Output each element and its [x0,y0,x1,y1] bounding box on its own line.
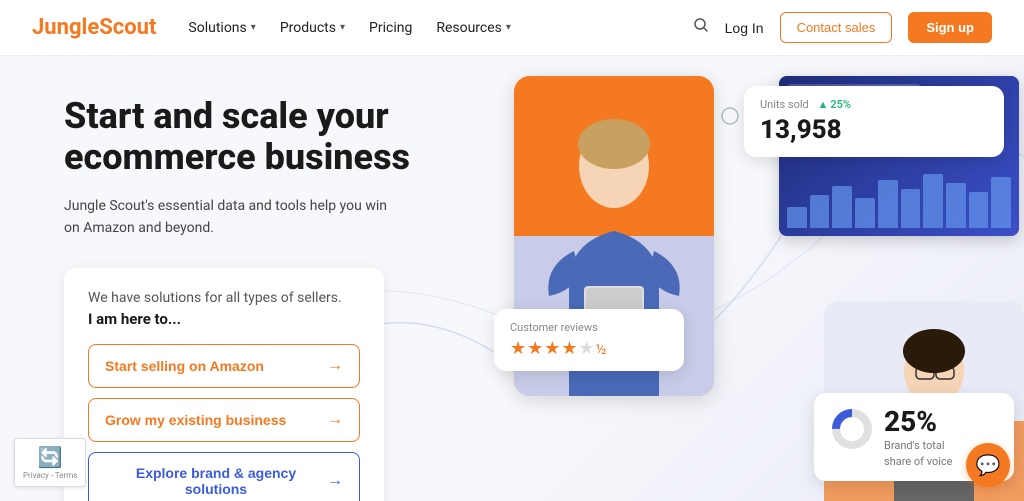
recaptcha-icon: 🔄 [38,445,63,469]
chevron-down-icon: ▾ [340,22,345,33]
logo-orange: Scout [99,15,156,40]
logo[interactable]: JungleScout [32,15,156,40]
recaptcha-badge: 🔄 Privacy - Terms [14,438,86,487]
chart-bar [878,180,898,228]
grow-business-button[interactable]: Grow my existing business → [88,398,360,442]
brand-percentage: 25% [884,405,953,438]
nav-pricing[interactable]: Pricing [369,20,412,36]
brand-share-info: 25% Brand's totalshare of voice [884,405,953,469]
chart-bar [901,189,921,228]
search-button[interactable] [693,17,709,38]
nav-solutions[interactable]: Solutions ▾ [188,20,255,36]
hero-imagery: Units sold 25% 13,958 Customer reviews ★… [484,56,1024,501]
hero-heading: Start and scale your ecommerce business [64,96,480,179]
nav-resources[interactable]: Resources ▾ [436,20,511,36]
chart-bar [991,177,1011,228]
donut-chart-icon [830,407,874,451]
chart-bar [832,186,852,228]
chart-bar [810,195,830,228]
units-sold-label: Units sold 25% [760,98,988,111]
contact-sales-button[interactable]: Contact sales [780,12,893,43]
chart-bar [969,192,989,228]
hero-section: Start and scale your ecommerce business … [0,56,1024,501]
hero-content: Start and scale your ecommerce business … [0,56,480,501]
arrow-icon: → [327,411,343,429]
units-change-badge: 25% [817,98,851,111]
brand-description: Brand's totalshare of voice [884,438,953,469]
start-selling-button[interactable]: Start selling on Amazon → [88,344,360,388]
nav-links: Solutions ▾ Products ▾ Pricing Resources… [188,20,692,36]
reviews-label: Customer reviews [510,321,668,334]
brand-agency-button[interactable]: Explore brand & agency solutions → [88,452,360,501]
logo-black: Jungle [32,15,99,40]
chevron-down-icon: ▾ [251,22,256,33]
nav-products[interactable]: Products ▾ [280,20,345,36]
signup-button[interactable]: Sign up [908,12,992,43]
units-sold-value: 13,958 [760,115,988,145]
chevron-down-icon: ▾ [506,22,511,33]
nav-actions: Log In Contact sales Sign up [693,12,992,43]
screen-chart [787,168,1011,228]
solution-card: We have solutions for all types of selle… [64,268,384,501]
chat-button[interactable]: 💬 [966,443,1010,487]
chart-bar [946,183,966,228]
arrow-icon: → [327,357,343,375]
recaptcha-label: Privacy - Terms [23,471,77,480]
login-button[interactable]: Log In [725,20,764,36]
hero-subtext: Jungle Scout's essential data and tools … [64,195,404,240]
customer-reviews-card: Customer reviews ★★★★★½ [494,309,684,371]
chat-icon: 💬 [976,453,1001,477]
chart-bar [923,174,943,228]
chart-bar [787,207,807,228]
navbar: JungleScout Solutions ▾ Products ▾ Prici… [0,0,1024,56]
solution-card-intro: We have solutions for all types of selle… [88,290,360,306]
solution-card-cta: I am here to... [88,310,360,328]
chart-bar [855,198,875,228]
star-rating: ★★★★★½ [510,338,668,359]
units-sold-card: Units sold 25% 13,958 [744,86,1004,157]
arrow-icon: → [327,472,343,490]
